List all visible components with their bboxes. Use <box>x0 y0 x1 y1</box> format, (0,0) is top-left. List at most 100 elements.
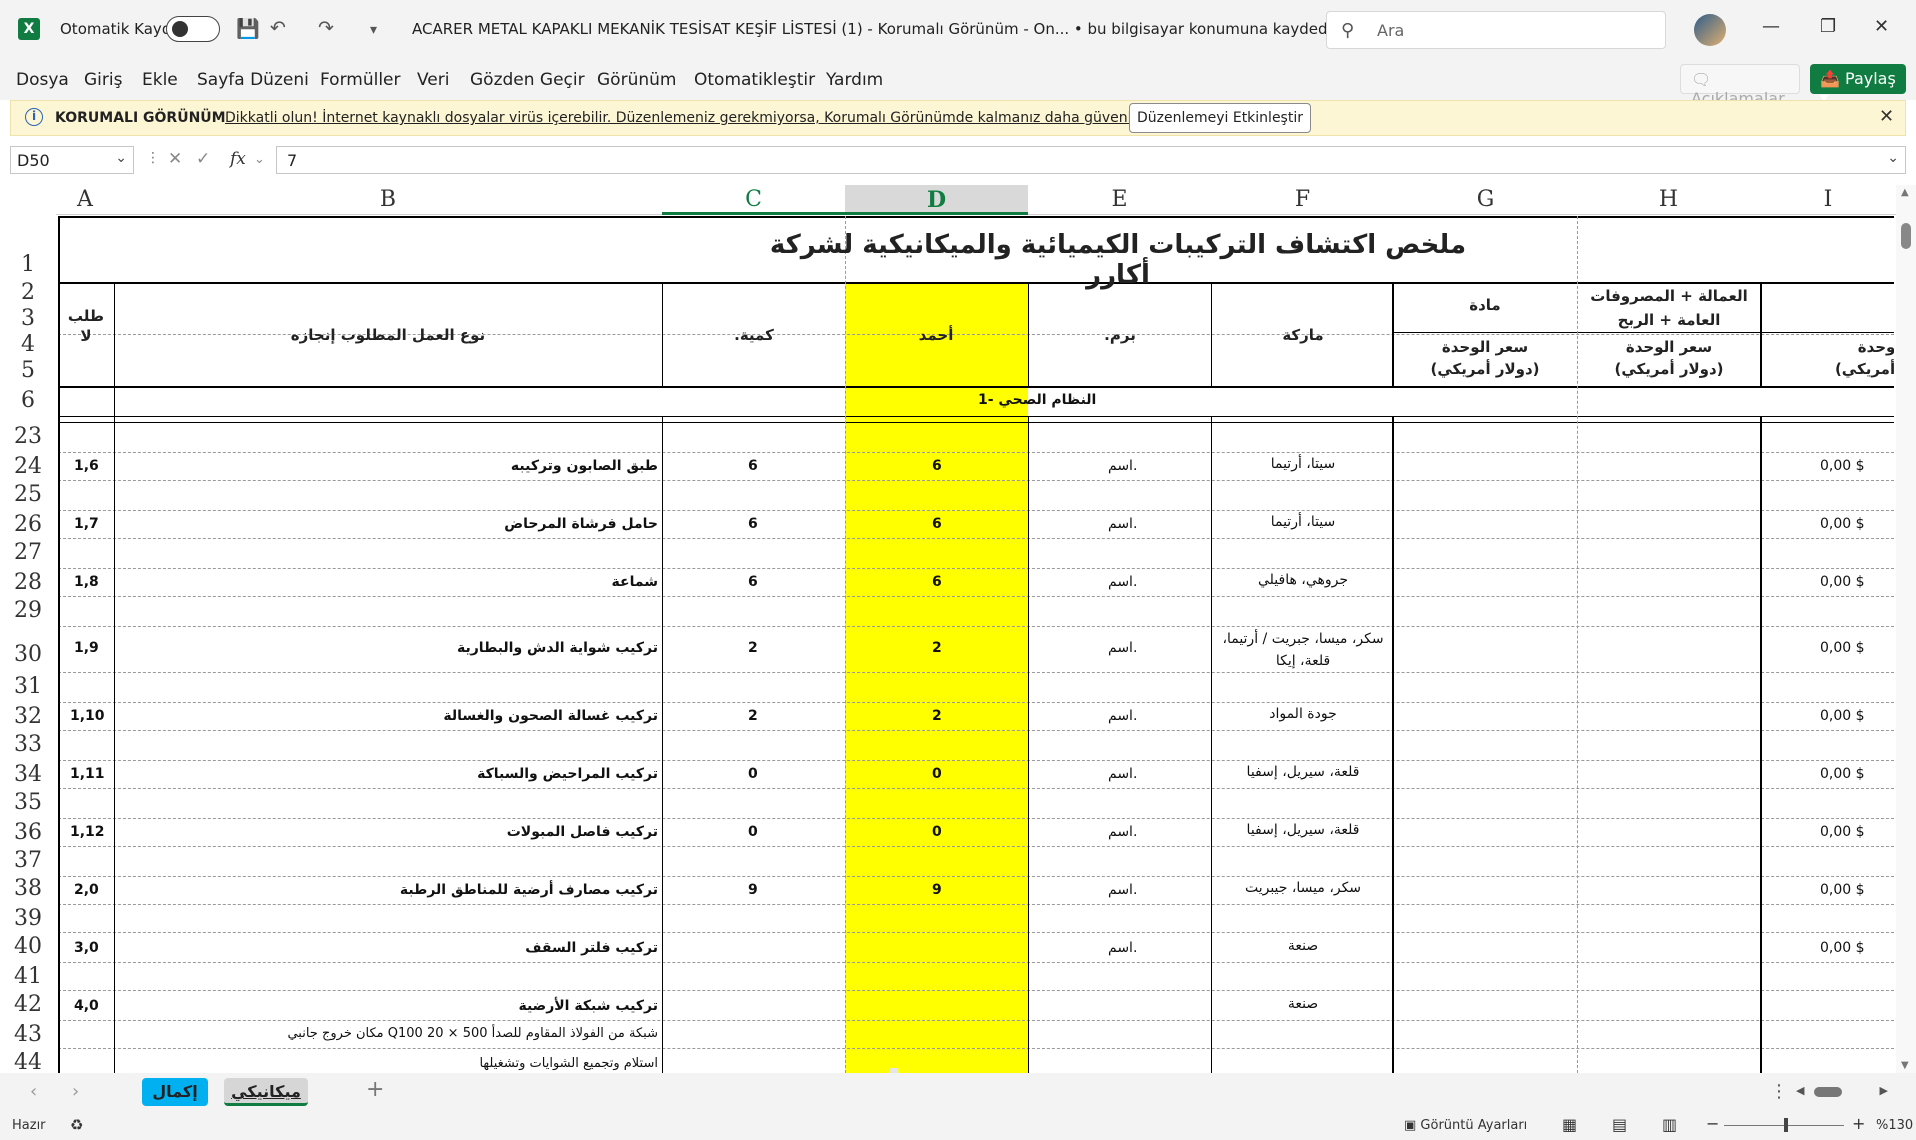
row-header[interactable]: 29 <box>0 598 56 623</box>
menu-otomatiklestir[interactable]: Otomatikleştir <box>694 70 815 90</box>
search-box[interactable]: ⚲ Ara <box>1326 11 1666 49</box>
close-icon[interactable]: ✕ <box>1879 106 1894 127</box>
page-layout-icon[interactable]: ▤ <box>1612 1115 1627 1134</box>
row-header[interactable]: 44 <box>0 1050 56 1075</box>
row-header[interactable]: 43 <box>0 1022 56 1047</box>
row-header[interactable]: 37 <box>0 848 56 873</box>
zoom-level[interactable]: %130 <box>1876 1118 1913 1133</box>
page-break-preview-icon[interactable]: ▥ <box>1662 1115 1677 1134</box>
menu-veri[interactable]: Veri <box>417 70 449 90</box>
share-button[interactable]: 📤 Paylaş ▾ <box>1810 64 1906 107</box>
menu-giris[interactable]: Giriş <box>84 70 122 90</box>
save-icon[interactable]: 💾 <box>236 17 260 40</box>
add-sheet-icon[interactable]: + <box>366 1077 384 1102</box>
row-header[interactable]: 25 <box>0 482 56 507</box>
search-placeholder: Ara <box>1377 21 1405 40</box>
vertical-scroll-thumb[interactable] <box>1901 223 1911 249</box>
column-header-e[interactable]: E <box>1028 185 1211 215</box>
scroll-right-icon[interactable]: ▶ <box>1880 1084 1888 1097</box>
row-header[interactable]: 27 <box>0 540 56 565</box>
item-d: 6 <box>932 516 942 532</box>
menu-dosya[interactable]: Dosya <box>16 70 69 90</box>
vertical-scrollbar[interactable]: ▲ ▼ <box>1896 185 1916 1073</box>
menu-gozden-gecir[interactable]: Gözden Geçir <box>470 70 585 90</box>
menu-ekle[interactable]: Ekle <box>142 70 178 90</box>
sheet-tabs-bar: ‹ › إكمال ميكانيكي + ⋮ ◀ ▶ <box>0 1073 1916 1111</box>
row-header[interactable]: 36 <box>0 820 56 845</box>
autosave-toggle[interactable] <box>166 16 220 42</box>
undo-icon[interactable]: ↶ <box>270 17 286 39</box>
column-header-g[interactable]: G <box>1394 185 1577 215</box>
sheet-tab-ikmal[interactable]: إكمال <box>142 1078 208 1106</box>
row-header[interactable]: 40 <box>0 934 56 959</box>
row-header[interactable]: 26 <box>0 512 56 537</box>
worksheet-grid[interactable]: ملخص اكتشاف التركيبات الكيميائية والميكا… <box>58 216 1894 1073</box>
more-options-icon[interactable]: ⋮ <box>1770 1081 1788 1102</box>
zoom-slider-thumb[interactable] <box>1784 1118 1788 1132</box>
close-icon[interactable]: ✕ <box>1874 16 1889 37</box>
expand-formula-icon[interactable]: ⌄ <box>1887 150 1899 166</box>
formula-input[interactable]: 7 ⌄ <box>276 146 1906 174</box>
document-title[interactable]: ACARER METAL KAPAKLI MEKANİK TESİSAT KEŞ… <box>412 20 1350 38</box>
comments-button[interactable]: 🗨 Açıklamalar <box>1680 64 1800 108</box>
menu-gorunum[interactable]: Görünüm <box>597 70 676 90</box>
row-header[interactable]: 3 <box>0 306 56 331</box>
avatar[interactable] <box>1694 14 1726 46</box>
insert-function-icon[interactable]: fx <box>230 149 246 169</box>
column-header-f[interactable]: F <box>1211 185 1394 215</box>
more-options-icon[interactable]: ⋮ <box>146 150 160 166</box>
restore-icon[interactable]: ❐ <box>1820 16 1836 37</box>
accessibility-icon[interactable]: ♻ <box>70 1116 83 1134</box>
row-header[interactable]: 2 <box>0 280 56 305</box>
redo-icon[interactable]: ↷ <box>318 17 334 39</box>
normal-view-icon[interactable]: ▦ <box>1562 1115 1577 1134</box>
row-header[interactable]: 39 <box>0 906 56 931</box>
horizontal-scroll-thumb[interactable] <box>1814 1087 1842 1097</box>
check-icon[interactable]: ✓ <box>196 149 210 169</box>
chevron-right-icon[interactable]: › <box>72 1081 79 1102</box>
row-header[interactable]: 6 <box>0 388 56 413</box>
sheet-tab-mekaniki[interactable]: ميكانيكي <box>224 1078 308 1106</box>
item-d: 0 <box>932 766 942 782</box>
menu-formuller[interactable]: Formüller <box>320 70 401 90</box>
zoom-out-icon[interactable]: − <box>1706 1114 1719 1133</box>
menu-sayfa-duzeni[interactable]: Sayfa Düzeni <box>197 70 309 90</box>
row-header[interactable]: 34 <box>0 762 56 787</box>
column-header-i[interactable]: I <box>1760 185 1896 215</box>
scroll-left-icon[interactable]: ◀ <box>1796 1084 1804 1097</box>
row-header[interactable]: 38 <box>0 876 56 901</box>
row-header[interactable]: 35 <box>0 790 56 815</box>
column-header-d[interactable]: D <box>845 185 1028 215</box>
row-header[interactable]: 32 <box>0 704 56 729</box>
column-header-b[interactable]: B <box>114 185 662 215</box>
zoom-in-icon[interactable]: + <box>1852 1114 1865 1133</box>
enable-editing-button[interactable]: Düzenlemeyi Etkinleştir <box>1129 103 1311 133</box>
row-header[interactable]: 5 <box>0 358 56 383</box>
cancel-icon[interactable]: ✕ <box>168 149 182 169</box>
row-header[interactable]: 31 <box>0 674 56 699</box>
scroll-down-icon[interactable]: ▼ <box>1901 1060 1909 1071</box>
scroll-up-icon[interactable]: ▲ <box>1901 187 1909 198</box>
row-header[interactable]: 1 <box>0 252 56 277</box>
row-header[interactable]: 30 <box>0 642 56 667</box>
minimize-icon[interactable]: — <box>1762 16 1780 37</box>
protected-view-message[interactable]: Dikkatli olun! İnternet kaynaklı dosyala… <box>225 110 1170 126</box>
customize-toolbar-icon[interactable]: ▾ <box>370 22 377 38</box>
menu-yardim[interactable]: Yardım <box>826 70 883 90</box>
column-header-c[interactable]: C <box>662 185 845 215</box>
row-header[interactable]: 24 <box>0 454 56 479</box>
horizontal-scrollbar[interactable]: ◀ ▶ <box>1792 1084 1892 1099</box>
row-header[interactable]: 28 <box>0 570 56 595</box>
chevron-left-icon[interactable]: ‹ <box>30 1081 37 1102</box>
item-brand: سكر، ميسا، جيبريت <box>1244 880 1362 896</box>
name-box[interactable]: D50 ⌄ <box>10 146 134 174</box>
chevron-down-icon[interactable]: ⌄ <box>254 152 265 167</box>
column-header-a[interactable]: A <box>56 185 114 215</box>
column-header-h[interactable]: H <box>1577 185 1760 215</box>
row-header[interactable]: 23 <box>0 424 56 449</box>
row-header[interactable]: 4 <box>0 332 56 357</box>
view-settings-button[interactable]: ▣ Görüntü Ayarları <box>1404 1118 1527 1133</box>
row-header[interactable]: 41 <box>0 964 56 989</box>
row-header[interactable]: 42 <box>0 992 56 1017</box>
row-header[interactable]: 33 <box>0 732 56 757</box>
